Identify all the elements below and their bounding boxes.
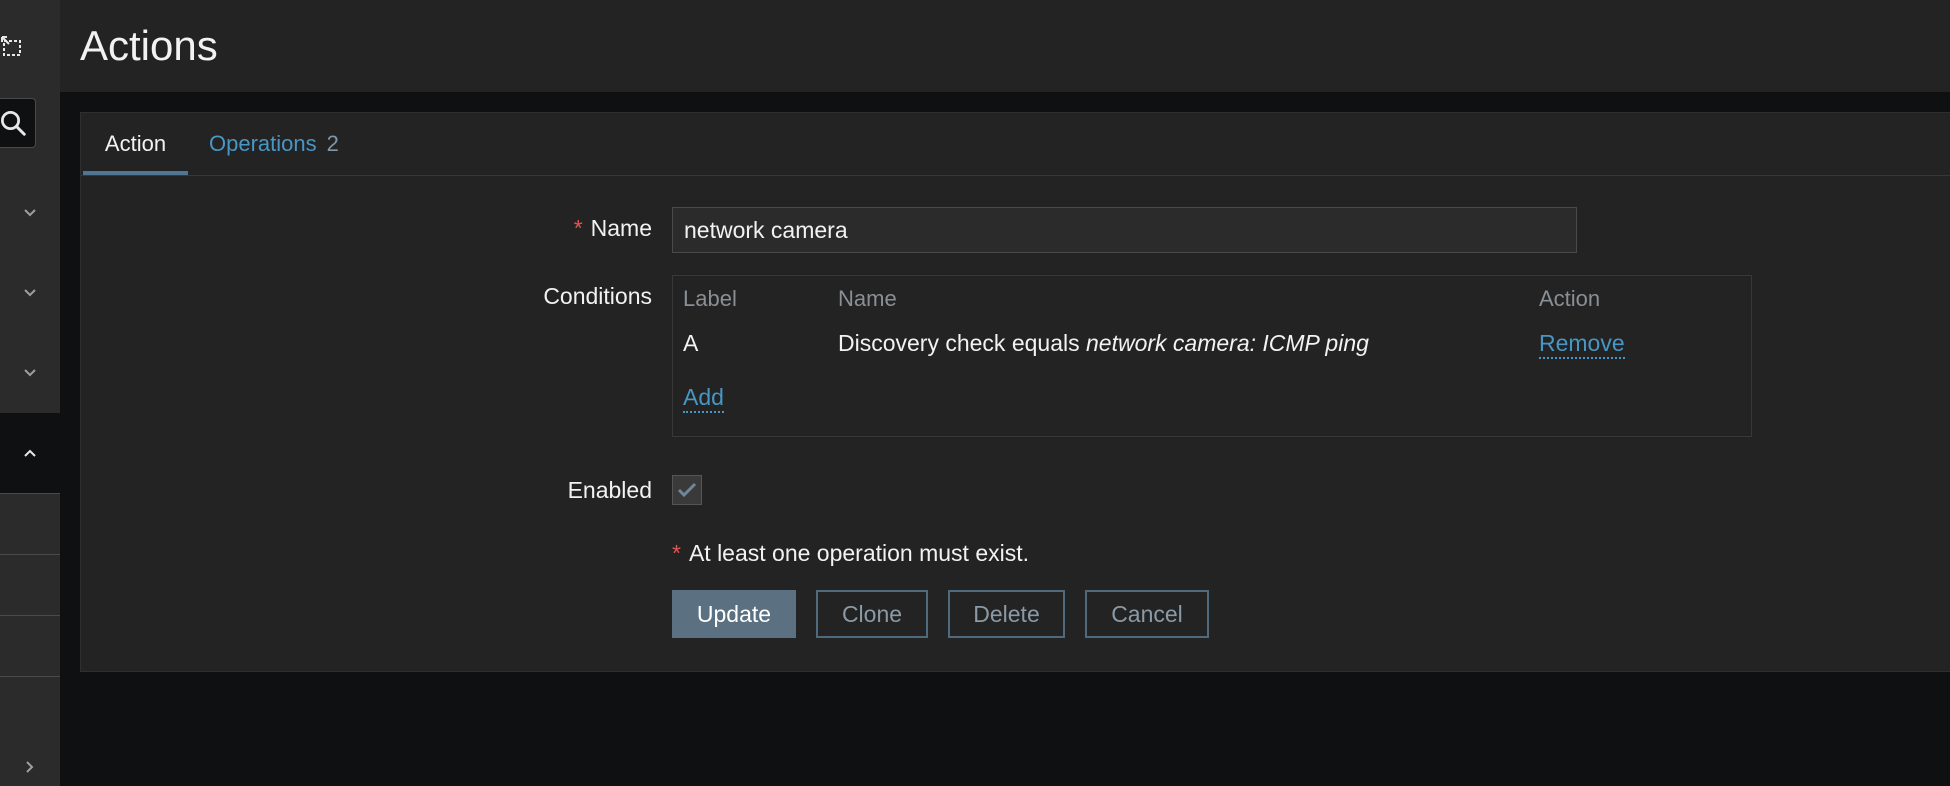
sidebar-subitem[interactable] (0, 676, 60, 747)
sidebar-menu-toggle-active[interactable] (0, 413, 60, 493)
condition-action-cell: Remove (1539, 330, 1625, 359)
sidebar (0, 0, 60, 786)
chevron-up-icon (24, 449, 36, 457)
collapse-icon (1, 36, 21, 56)
conditions-label: Conditions (543, 283, 652, 309)
column-header-label: Label (683, 286, 737, 311)
column-header-name: Name (838, 286, 897, 311)
enabled-checkbox[interactable] (672, 475, 702, 505)
chevron-down-icon (24, 209, 36, 217)
page-title: Actions (80, 22, 218, 69)
chevron-down-icon (24, 369, 36, 377)
update-button[interactable]: Update (672, 590, 796, 638)
search-icon (1, 111, 26, 136)
validation-note: * At least one operation must exist. (672, 540, 1030, 566)
column-header-action: Action (1539, 286, 1601, 311)
chevron-down-icon (24, 289, 36, 297)
enabled-label: Enabled (567, 477, 652, 503)
collapse-sidebar-button[interactable] (0, 24, 60, 70)
sidebar-menu-toggle-2[interactable] (0, 253, 60, 333)
add-condition-link[interactable]: Add (683, 384, 724, 413)
tab-label: Operations (209, 131, 317, 156)
sidebar-search-button[interactable] (0, 98, 36, 148)
condition-name-prefix: Discovery check equals (838, 330, 1080, 356)
expand-sidebar-button[interactable] (0, 748, 60, 786)
condition-label-cell: A (683, 330, 699, 356)
conditions-table: Label Name Action A Discovery check equa… (672, 275, 1752, 437)
condition-name-cell: Discovery check equals network camera: I… (838, 330, 1369, 357)
tab-action[interactable]: Action (83, 113, 188, 175)
chevron-right-icon (26, 761, 34, 773)
sidebar-subitem[interactable] (0, 554, 60, 616)
sidebar-subitem[interactable] (0, 493, 60, 555)
remove-condition-link[interactable]: Remove (1539, 330, 1625, 359)
cancel-button[interactable]: Cancel (1085, 590, 1209, 638)
clone-button[interactable]: Clone (816, 590, 928, 638)
tab-operations[interactable]: Operations 2 (209, 113, 339, 175)
name-label: * Name (573, 215, 652, 241)
tab-bar: Action Operations 2 (81, 113, 1950, 176)
add-condition-cell: Add (683, 384, 724, 413)
tab-label: Action (104, 131, 167, 156)
condition-name-value: network camera: ICMP ping (1086, 330, 1369, 356)
sidebar-menu-toggle-1[interactable] (0, 173, 60, 253)
action-form-panel: Action Operations 2 *Name Conditions Lab… (80, 112, 1950, 672)
page-header: Actions (60, 0, 1950, 92)
operations-count-badge: 2 (326, 131, 339, 156)
checkmark-icon (677, 482, 697, 498)
name-input[interactable] (672, 207, 1577, 253)
required-mark: * (672, 540, 681, 566)
sidebar-subitem[interactable] (0, 615, 60, 677)
required-mark: * (573, 215, 583, 241)
sidebar-menu-toggle-3[interactable] (0, 333, 60, 413)
delete-button[interactable]: Delete (948, 590, 1065, 638)
